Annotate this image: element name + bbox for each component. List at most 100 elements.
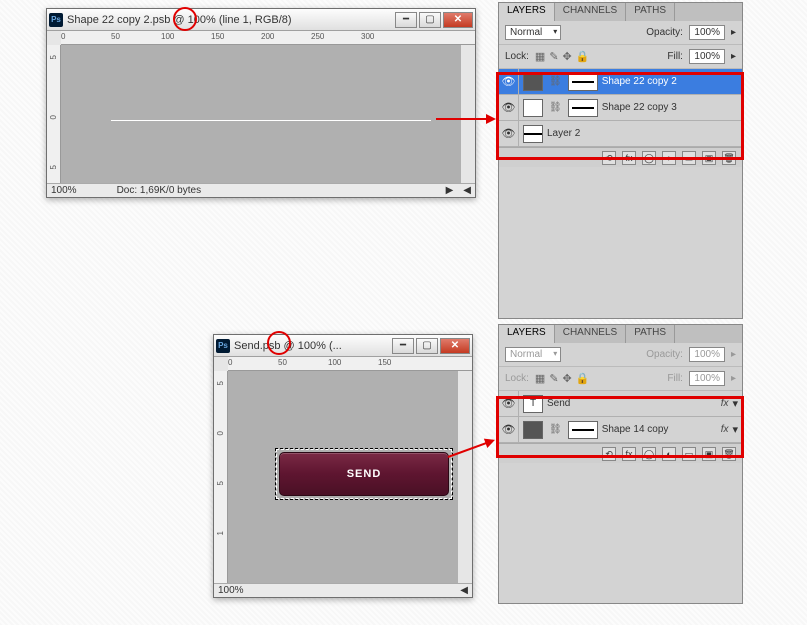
fill-value[interactable]: 100% xyxy=(689,371,725,386)
layer-thumb xyxy=(523,99,543,117)
opacity-value[interactable]: 100% xyxy=(689,25,725,40)
new-layer-icon[interactable]: ▣ xyxy=(702,151,716,165)
tab-layers[interactable]: LAYERS xyxy=(499,3,555,21)
close-button[interactable]: ✕ xyxy=(443,12,473,28)
layer-row[interactable]: 👁 ⛓ Shape 22 copy 2 xyxy=(499,69,742,95)
tab-paths[interactable]: PATHS xyxy=(626,3,675,21)
visibility-icon[interactable]: 👁 xyxy=(499,95,519,121)
titlebar[interactable]: Ps Send.psb @ 100% (... ━ ▢ ✕ xyxy=(214,335,472,357)
blend-mode-dropdown[interactable]: Normal xyxy=(505,347,561,362)
mask-thumb xyxy=(568,99,598,117)
chevron-icon[interactable]: ▸ xyxy=(731,51,736,62)
link-icon: ⛓ xyxy=(547,424,564,435)
layer-row[interactable]: 👁 ⛓ Shape 14 copy fx ▾ xyxy=(499,417,742,443)
fx-icon[interactable]: fx xyxy=(622,447,636,461)
photoshop-icon: Ps xyxy=(49,13,63,27)
adjustment-icon[interactable]: ◐ xyxy=(662,151,676,165)
lock-paint-icon[interactable]: ✎ xyxy=(549,372,558,385)
panel-tabs: LAYERS CHANNELS PATHS xyxy=(499,325,742,343)
send-button-text: SEND xyxy=(347,468,382,480)
layer-list: 👁 T Send fx ▾ 👁 ⛓ Shape 14 copy fx ▾ xyxy=(499,391,742,443)
link-layers-icon[interactable]: ⟲ xyxy=(602,447,616,461)
group-icon[interactable]: ▭ xyxy=(682,151,696,165)
visibility-icon[interactable]: 👁 xyxy=(499,121,519,147)
window-title: Shape 22 copy 2.psb @ 100% (line 1, RGB/… xyxy=(67,14,395,26)
layer-name[interactable]: Send xyxy=(547,398,717,409)
lock-label: Lock: xyxy=(505,373,529,384)
fx-icon[interactable]: fx xyxy=(622,151,636,165)
text-layer-thumb: T xyxy=(523,395,543,413)
minimize-button[interactable]: ━ xyxy=(392,338,414,354)
chevron-icon[interactable]: ▸ xyxy=(731,349,736,360)
trash-icon[interactable]: 🗑 xyxy=(722,447,736,461)
lock-transparency-icon[interactable]: ▦ xyxy=(535,50,545,63)
lock-move-icon[interactable]: ✥ xyxy=(563,372,572,385)
opacity-label: Opacity: xyxy=(646,27,683,38)
tab-paths[interactable]: PATHS xyxy=(626,325,675,343)
blend-opacity-row: Normal Opacity: 100% ▸ xyxy=(499,343,742,367)
adjustment-icon[interactable]: ◐ xyxy=(662,447,676,461)
link-icon: ⛓ xyxy=(547,102,564,113)
layer-thumb xyxy=(523,125,543,143)
fill-label: Fill: xyxy=(667,51,683,62)
mask-icon[interactable]: ◯ xyxy=(642,447,656,461)
lock-label: Lock: xyxy=(505,51,529,62)
layer-name[interactable]: Shape 22 copy 2 xyxy=(602,76,738,87)
fx-badge[interactable]: fx xyxy=(721,398,729,409)
lock-all-icon[interactable]: 🔒 xyxy=(576,372,590,385)
maximize-button[interactable]: ▢ xyxy=(416,338,438,354)
window-title: Send.psb @ 100% (... xyxy=(234,340,392,352)
panel-footer: ⟲ fx ◯ ◐ ▭ ▣ 🗑 xyxy=(499,147,742,167)
document-window-1: Ps Shape 22 copy 2.psb @ 100% (line 1, R… xyxy=(46,8,476,198)
blend-mode-dropdown[interactable]: Normal xyxy=(505,25,561,40)
blend-opacity-row: Normal Opacity: 100% ▸ xyxy=(499,21,742,45)
tab-channels[interactable]: CHANNELS xyxy=(555,325,626,343)
layer-thumb xyxy=(523,421,543,439)
lock-transparency-icon[interactable]: ▦ xyxy=(535,372,545,385)
new-layer-icon[interactable]: ▣ xyxy=(702,447,716,461)
ruler-vertical: 5 0 5 xyxy=(47,45,61,183)
layer-name[interactable]: Shape 22 copy 3 xyxy=(602,102,738,113)
visibility-icon[interactable]: 👁 xyxy=(499,69,519,95)
canvas[interactable] xyxy=(61,45,461,183)
zoom-value[interactable]: 100% xyxy=(218,585,244,596)
visibility-icon[interactable]: 👁 xyxy=(499,391,519,417)
lock-paint-icon[interactable]: ✎ xyxy=(549,50,558,63)
titlebar[interactable]: Ps Shape 22 copy 2.psb @ 100% (line 1, R… xyxy=(47,9,475,31)
zoom-value[interactable]: 100% xyxy=(51,185,77,196)
layer-name[interactable]: Layer 2 xyxy=(547,128,738,139)
lock-fill-row: Lock: ▦ ✎ ✥ 🔒 Fill: 100% ▸ xyxy=(499,45,742,69)
tab-channels[interactable]: CHANNELS xyxy=(555,3,626,21)
layer-name[interactable]: Shape 14 copy xyxy=(602,424,717,435)
layers-panel-1: LAYERS CHANNELS PATHS Normal Opacity: 10… xyxy=(498,2,743,319)
panel-footer: ⟲ fx ◯ ◐ ▭ ▣ 🗑 xyxy=(499,443,742,463)
layer-row[interactable]: 👁 ⛓ Shape 22 copy 3 xyxy=(499,95,742,121)
mask-thumb xyxy=(568,73,598,91)
fx-chevron-icon[interactable]: ▾ xyxy=(732,423,738,436)
trash-icon[interactable]: 🗑 xyxy=(722,151,736,165)
annotation-arrow xyxy=(436,118,494,120)
opacity-label: Opacity: xyxy=(646,349,683,360)
fx-chevron-icon[interactable]: ▾ xyxy=(732,397,738,410)
lock-move-icon[interactable]: ✥ xyxy=(563,50,572,63)
mask-icon[interactable]: ◯ xyxy=(642,151,656,165)
close-button[interactable]: ✕ xyxy=(440,338,470,354)
tab-layers[interactable]: LAYERS xyxy=(499,325,555,343)
visibility-icon[interactable]: 👁 xyxy=(499,417,519,443)
maximize-button[interactable]: ▢ xyxy=(419,12,441,28)
link-layers-icon[interactable]: ⟲ xyxy=(602,151,616,165)
minimize-button[interactable]: ━ xyxy=(395,12,417,28)
photoshop-icon: Ps xyxy=(216,339,230,353)
opacity-value[interactable]: 100% xyxy=(689,347,725,362)
group-icon[interactable]: ▭ xyxy=(682,447,696,461)
chevron-icon[interactable]: ▸ xyxy=(731,27,736,38)
layer-row[interactable]: 👁 Layer 2 xyxy=(499,121,742,147)
fill-value[interactable]: 100% xyxy=(689,49,725,64)
lock-all-icon[interactable]: 🔒 xyxy=(576,50,590,63)
doc-info: Doc: 1,69K/0 bytes xyxy=(117,185,202,196)
fx-badge[interactable]: fx xyxy=(721,424,729,435)
statusbar: 100% ◀ xyxy=(214,583,472,597)
layer-row[interactable]: 👁 T Send fx ▾ xyxy=(499,391,742,417)
canvas[interactable]: SEND xyxy=(228,371,458,583)
chevron-icon[interactable]: ▸ xyxy=(731,373,736,384)
